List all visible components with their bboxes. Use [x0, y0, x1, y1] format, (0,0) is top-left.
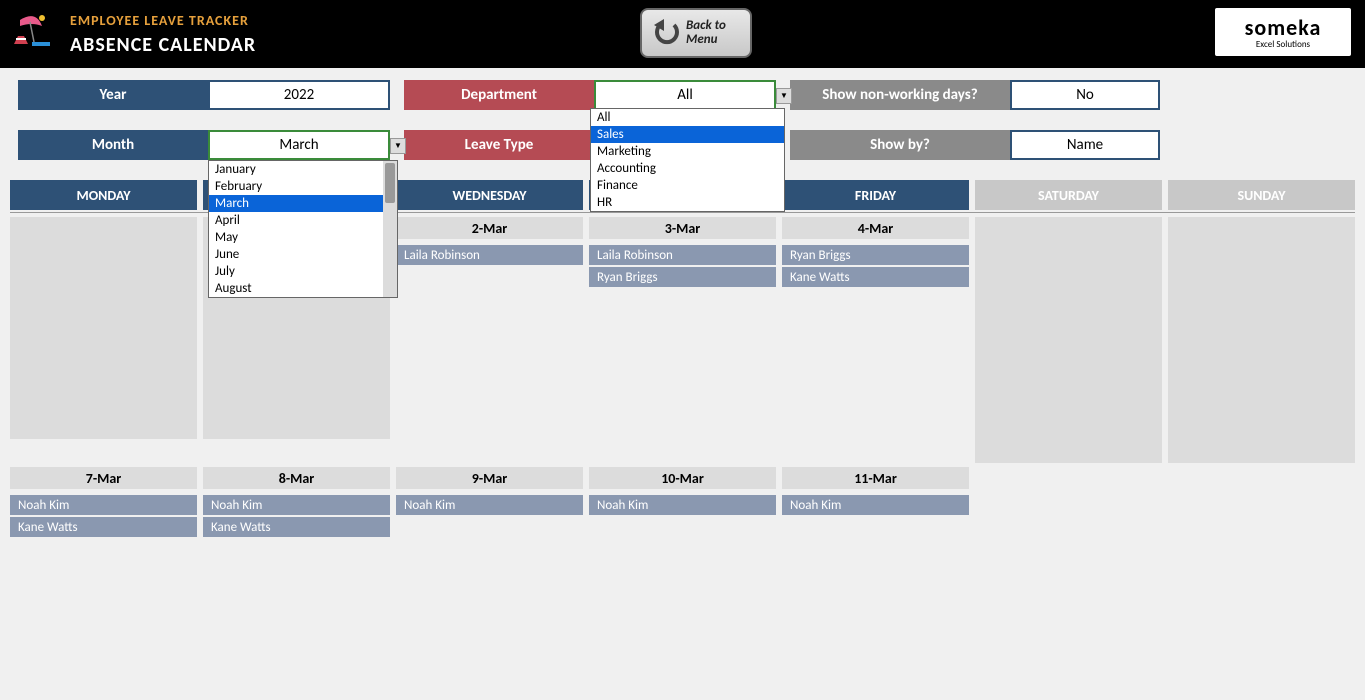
month-value-text: March — [279, 136, 318, 154]
month-option[interactable]: May — [209, 229, 397, 246]
back-arrow-icon — [646, 13, 686, 53]
weekend-day — [975, 217, 1162, 463]
logo: someka Excel Solutions — [1213, 6, 1353, 58]
day-header: FRIDAY — [782, 180, 969, 210]
day-header: MONDAY — [10, 180, 197, 210]
back-to-menu-button[interactable]: Back toMenu — [640, 8, 752, 58]
month-scrollbar[interactable] — [383, 161, 397, 297]
department-option[interactable]: Sales — [591, 126, 784, 143]
weekend-day — [1168, 217, 1355, 463]
leave-entry[interactable]: Laila Robinson — [396, 245, 583, 265]
day-cell — [975, 467, 1162, 539]
page-title: ABSENCE CALENDAR — [70, 33, 256, 57]
app-title: EMPLOYEE LEAVE TRACKER — [70, 12, 256, 29]
day-cell — [1168, 217, 1355, 463]
day-cell: 7-Mar Noah KimKane Watts — [10, 467, 197, 539]
month-option[interactable]: July — [209, 263, 397, 280]
day-cell: 4-Mar Ryan BriggsKane Watts — [782, 217, 969, 463]
month-option[interactable]: August — [209, 280, 397, 297]
department-option[interactable]: Finance — [591, 177, 784, 194]
empty-day — [10, 217, 197, 439]
day-cell — [10, 217, 197, 463]
department-label: Department — [404, 80, 594, 110]
leave-entry[interactable]: Kane Watts — [782, 267, 969, 287]
showby-value[interactable]: Name — [1010, 130, 1160, 160]
year-value[interactable]: 2022 — [208, 80, 390, 110]
date-label: 11-Mar — [782, 467, 969, 489]
leavetype-label: Leave Type — [404, 130, 594, 160]
nonworking-label: Show non-working days? — [790, 80, 1010, 110]
day-cell: 3-Mar Laila RobinsonRyan Briggs — [589, 217, 776, 463]
date-label: 8-Mar — [203, 467, 390, 489]
logo-subtext: Excel Solutions — [1256, 39, 1310, 50]
day-header: SATURDAY — [975, 180, 1162, 210]
month-dropdown-arrow[interactable]: ▼ — [390, 138, 406, 154]
year-label: Year — [18, 80, 208, 110]
month-option[interactable]: February — [209, 178, 397, 195]
date-label: 4-Mar — [782, 217, 969, 239]
nonworking-value[interactable]: No — [1010, 80, 1160, 110]
month-option[interactable]: April — [209, 212, 397, 229]
day-cell: 9-Mar Noah Kim — [396, 467, 583, 539]
showby-label: Show by? — [790, 130, 1010, 160]
department-option[interactable]: Marketing — [591, 143, 784, 160]
month-option[interactable]: March — [209, 195, 397, 212]
day-cell: 8-Mar Noah KimKane Watts — [203, 467, 390, 539]
month-dropdown-list[interactable]: JanuaryFebruaryMarchAprilMayJuneJulyAugu… — [208, 160, 398, 298]
department-dropdown-list[interactable]: AllSalesMarketingAccountingFinanceHR — [590, 108, 785, 212]
leave-entry[interactable]: Noah Kim — [10, 495, 197, 515]
date-label: 2-Mar — [396, 217, 583, 239]
month-value[interactable]: March ▼ — [208, 130, 390, 160]
back-button-label: Back toMenu — [686, 19, 726, 47]
day-cell: 10-Mar Noah Kim — [589, 467, 776, 539]
department-value[interactable]: All ▼ — [594, 80, 776, 110]
department-option[interactable]: Accounting — [591, 160, 784, 177]
week-2: 7-MarNoah KimKane Watts8-MarNoah KimKane… — [10, 467, 1355, 539]
leave-entry[interactable]: Laila Robinson — [589, 245, 776, 265]
day-cell: 11-Mar Noah Kim — [782, 467, 969, 539]
department-option[interactable]: HR — [591, 194, 784, 211]
month-option[interactable]: January — [209, 161, 397, 178]
department-option[interactable]: All — [591, 109, 784, 126]
leave-entry[interactable]: Kane Watts — [10, 517, 197, 537]
leave-entry[interactable]: Kane Watts — [203, 517, 390, 537]
date-label: 7-Mar — [10, 467, 197, 489]
day-cell — [1168, 467, 1355, 539]
header-bar: EMPLOYEE LEAVE TRACKER ABSENCE CALENDAR … — [0, 0, 1365, 68]
date-label: 3-Mar — [589, 217, 776, 239]
day-header: WEDNESDAY — [396, 180, 583, 210]
department-dropdown-arrow[interactable]: ▼ — [776, 88, 792, 104]
date-label: 10-Mar — [589, 467, 776, 489]
day-cell: 2-Mar Laila Robinson — [396, 217, 583, 463]
day-header: SUNDAY — [1168, 180, 1355, 210]
leave-entry[interactable]: Noah Kim — [782, 495, 969, 515]
leave-entry[interactable]: Ryan Briggs — [782, 245, 969, 265]
leave-entry[interactable]: Ryan Briggs — [589, 267, 776, 287]
department-value-text: All — [677, 86, 693, 104]
app-icon — [0, 4, 60, 64]
leave-entry[interactable]: Noah Kim — [589, 495, 776, 515]
calendar-grid: MONDAYTUESDAYWEDNESDAYTHURSDAYFRIDAYSATU… — [0, 180, 1365, 539]
leave-entry[interactable]: Noah Kim — [396, 495, 583, 515]
header-text: EMPLOYEE LEAVE TRACKER ABSENCE CALENDAR — [70, 12, 256, 57]
month-label: Month — [18, 130, 208, 160]
logo-text: someka — [1245, 14, 1322, 41]
leave-entry[interactable]: Noah Kim — [203, 495, 390, 515]
month-option[interactable]: June — [209, 246, 397, 263]
date-label: 9-Mar — [396, 467, 583, 489]
day-cell — [975, 217, 1162, 463]
